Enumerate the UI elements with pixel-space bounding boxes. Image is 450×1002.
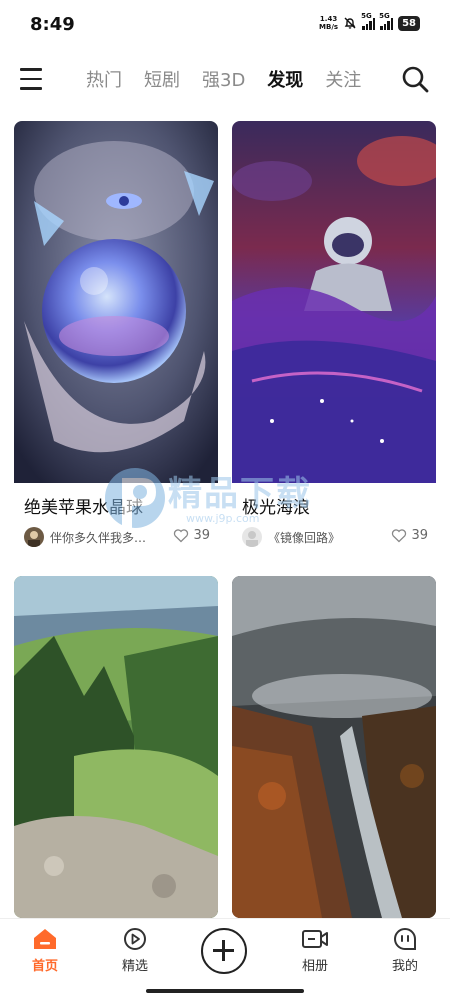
mute-bell-icon xyxy=(344,17,356,29)
wallpaper-thumbnail-crystal-apple[interactable] xyxy=(14,121,218,483)
tab-following[interactable]: 关注 xyxy=(325,66,361,92)
tab-short-drama[interactable]: 短剧 xyxy=(144,66,180,92)
heart-icon xyxy=(174,529,189,543)
add-icon[interactable] xyxy=(201,928,247,974)
network-speed-value: 1.43 xyxy=(319,15,338,23)
heart-icon xyxy=(392,529,407,543)
wallpaper-card[interactable] xyxy=(232,576,436,918)
like-control[interactable]: 39 xyxy=(391,528,428,543)
card-title: 绝美苹果水晶球 xyxy=(24,498,143,518)
category-tabs: 热门 短剧 强3D 发现 关注 xyxy=(86,66,361,92)
nav-featured[interactable]: 精选 xyxy=(105,927,165,974)
home-indicator[interactable] xyxy=(146,989,304,993)
like-count: 39 xyxy=(193,528,210,543)
nav-profile[interactable]: 我的 xyxy=(375,927,435,974)
nav-profile-label: 我的 xyxy=(391,959,418,974)
tab-hot[interactable]: 热门 xyxy=(86,66,122,92)
wallpaper-card[interactable]: 绝美苹果水晶球 伴你多久伴我多… 39 xyxy=(14,121,218,553)
nav-featured-label: 精选 xyxy=(121,959,148,974)
play-circle-icon xyxy=(124,928,146,950)
wallpaper-thumbnail-aurora-waves[interactable] xyxy=(232,121,436,483)
network-speed-unit: MB/s xyxy=(319,23,339,31)
home-icon xyxy=(34,929,56,949)
wallpaper-thumbnail-mountain-valley[interactable] xyxy=(14,576,218,918)
sim2-network-label: 5G xyxy=(379,12,390,20)
battery-level: 58 xyxy=(398,15,420,31)
nav-album-label: 相册 xyxy=(301,959,328,974)
video-camera-icon xyxy=(302,930,328,948)
search-icon[interactable] xyxy=(400,64,430,94)
status-time: 8:49 xyxy=(30,14,75,35)
top-navigation: 热门 短剧 强3D 发现 关注 xyxy=(0,58,450,102)
tab-3d[interactable]: 强3D xyxy=(202,66,245,92)
author-avatar[interactable] xyxy=(24,527,44,547)
hamburger-menu-icon[interactable] xyxy=(20,68,44,90)
signal-icon-sim1: 5G xyxy=(361,12,376,30)
like-count: 39 xyxy=(411,528,428,543)
wallpaper-thumbnail-misty-forest[interactable] xyxy=(232,576,436,918)
nav-album[interactable]: 相册 xyxy=(285,927,345,974)
author-avatar[interactable] xyxy=(242,527,262,547)
author-name[interactable]: 伴你多久伴我多… xyxy=(50,529,146,546)
card-meta: 《镜像回路》 39 xyxy=(242,527,436,549)
sim1-network-label: 5G xyxy=(361,12,372,20)
tab-discover[interactable]: 发现 xyxy=(267,66,303,92)
wallpaper-card[interactable]: 极光海浪 《镜像回路》 39 xyxy=(232,121,436,553)
profile-face-icon xyxy=(393,928,416,950)
network-speed: 1.43 MB/s xyxy=(319,15,338,31)
status-bar: 8:49 1.43 MB/s 5G 5G 58 xyxy=(0,0,450,52)
card-title: 极光海浪 xyxy=(242,498,310,518)
nav-home-label: 首页 xyxy=(31,959,58,974)
author-name[interactable]: 《镜像回路》 xyxy=(268,529,340,546)
like-control[interactable]: 39 xyxy=(173,528,210,543)
wallpaper-card[interactable] xyxy=(14,576,218,918)
card-meta: 伴你多久伴我多… 39 xyxy=(24,527,218,549)
nav-home[interactable]: 首页 xyxy=(15,927,75,974)
status-icons: 1.43 MB/s 5G 5G 58 xyxy=(319,12,420,31)
signal-icon-sim2: 5G xyxy=(379,12,394,30)
